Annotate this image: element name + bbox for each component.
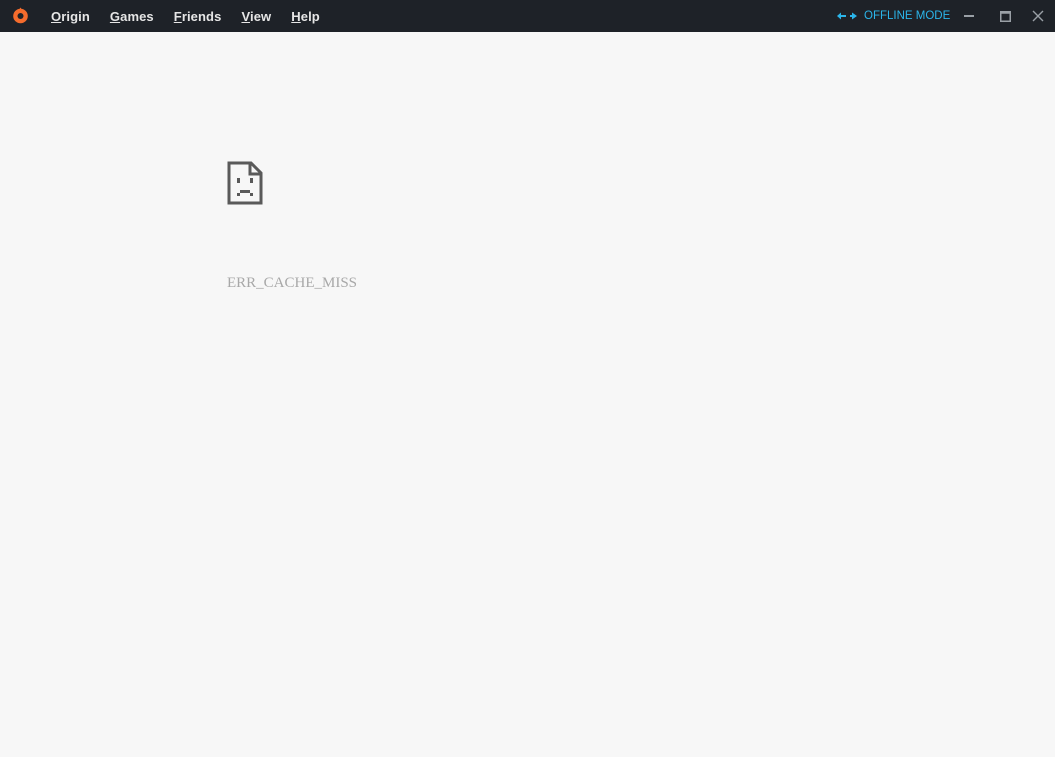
main-content: ERR_CACHE_MISS — [0, 32, 1055, 757]
minimize-button[interactable] — [952, 0, 986, 32]
menu-games[interactable]: Games — [110, 9, 154, 24]
menu-origin[interactable]: Origin — [51, 9, 90, 24]
maximize-button[interactable] — [988, 0, 1022, 32]
title-bar: Origin Games Friends View Help OFFLINE M… — [0, 0, 1055, 32]
offline-mode-label: OFFLINE MODE — [864, 10, 951, 22]
sad-page-icon — [227, 161, 263, 205]
menu-view[interactable]: View — [241, 9, 271, 24]
close-icon — [1032, 10, 1044, 22]
menu-friends[interactable]: Friends — [174, 9, 222, 24]
offline-mode-indicator[interactable]: OFFLINE MODE — [836, 0, 950, 32]
maximize-icon — [999, 10, 1011, 22]
origin-logo-icon[interactable] — [12, 7, 29, 24]
offline-plug-icon — [837, 12, 857, 20]
close-button[interactable] — [1021, 0, 1055, 32]
error-code: ERR_CACHE_MISS — [227, 275, 358, 291]
menu-help[interactable]: Help — [291, 9, 320, 24]
minimize-icon — [964, 15, 974, 17]
menu-bar: Origin Games Friends View Help — [51, 0, 340, 32]
